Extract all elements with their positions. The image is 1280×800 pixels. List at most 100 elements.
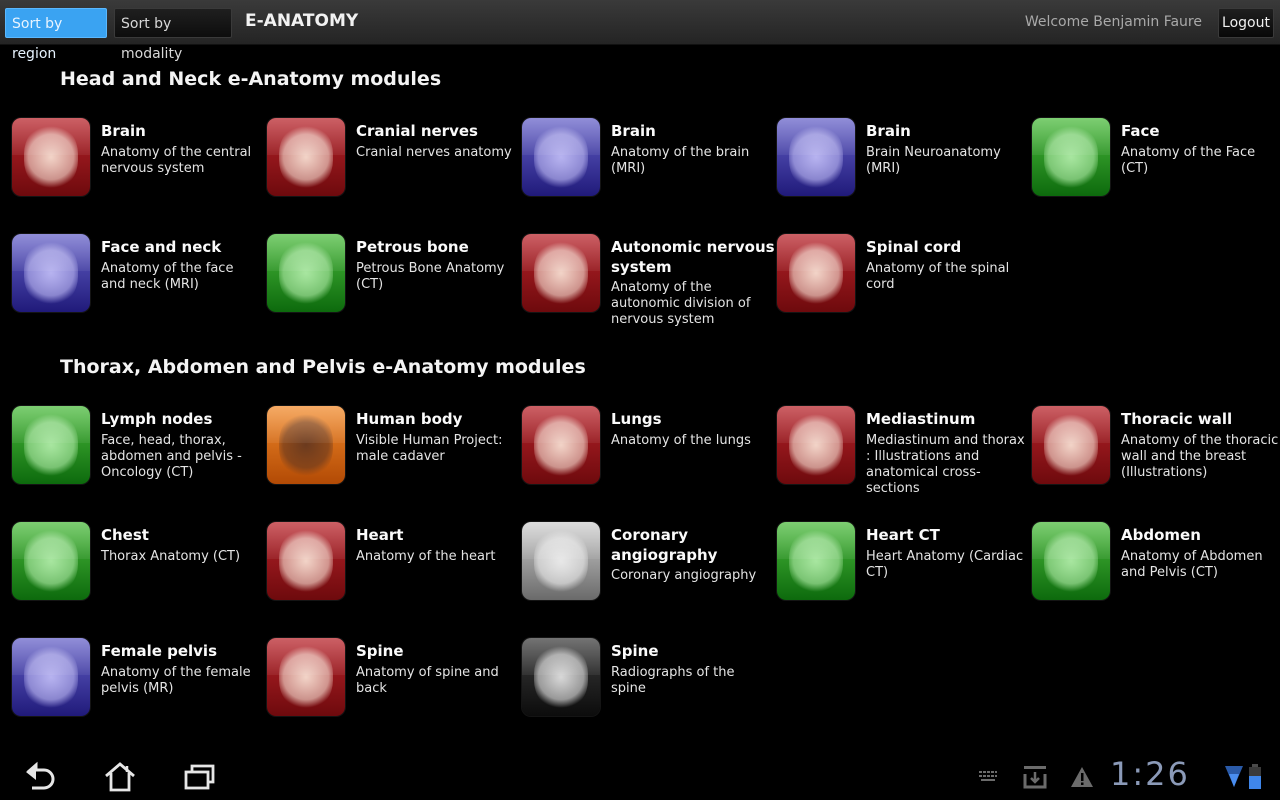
human-body-icon[interactable] (267, 406, 345, 484)
module-tile[interactable]: Face Anatomy of the Face (CT) (1020, 118, 1270, 208)
module-title: Brain (866, 122, 911, 140)
module-title: Heart (356, 526, 404, 544)
module-description: Cranial nerves anatomy (356, 145, 512, 160)
coronary-angiography-icon[interactable] (522, 522, 600, 600)
module-title: Spinal cord (866, 238, 962, 256)
module-description: Radiographs of the spine (611, 665, 735, 696)
module-description: Anatomy of the central nervous system (101, 145, 252, 176)
module-description: Anatomy of the face and neck (MRI) (101, 261, 234, 292)
module-tile[interactable]: Heart Anatomy of the heart (255, 522, 505, 612)
icon-artwork (24, 126, 78, 188)
face-neck-mri-icon[interactable] (12, 234, 90, 312)
spine-illustration-icon[interactable] (267, 638, 345, 716)
module-tile[interactable]: Lungs Anatomy of the lungs (510, 406, 760, 496)
module-tile[interactable]: Mediastinum Mediastinum and thorax : Illu… (765, 406, 1025, 496)
icon-artwork (789, 242, 843, 304)
abdomen-ct-icon[interactable] (1032, 522, 1110, 600)
icon-artwork (789, 530, 843, 592)
module-description: Thorax Anatomy (CT) (101, 549, 241, 564)
brain-illustration-icon[interactable] (12, 118, 90, 196)
module-title: Spine (611, 642, 659, 660)
spine-radiograph-icon[interactable] (522, 638, 600, 716)
icon-artwork (534, 530, 588, 592)
icon-artwork (279, 530, 333, 592)
module-tile[interactable]: Human body Visible Human Project: male ca… (255, 406, 505, 496)
module-description: Anatomy of the heart (356, 549, 496, 564)
icon-artwork (24, 530, 78, 592)
module-tile[interactable]: Chest Thorax Anatomy (CT) (0, 522, 250, 612)
keyboard-icon[interactable] (978, 770, 998, 784)
module-description: Mediastinum and thorax : Illustrations a… (866, 433, 1025, 496)
clock[interactable]: 1:26 (1110, 755, 1190, 793)
module-tile[interactable]: Spinal cord Anatomy of the spinal cord (765, 234, 1015, 324)
autonomic-nervous-icon[interactable] (522, 234, 600, 312)
module-tile[interactable]: Brain Anatomy of the brain (MRI) (510, 118, 760, 208)
icon-artwork (789, 126, 843, 188)
module-description: Anatomy of the lungs (611, 433, 751, 448)
chest-ct-icon[interactable] (12, 522, 90, 600)
module-description: Brain Neuroanatomy (MRI) (866, 145, 1001, 176)
spinal-cord-icon[interactable] (777, 234, 855, 312)
module-title: Cranial nerves (356, 122, 478, 140)
lymph-nodes-ct-icon[interactable] (12, 406, 90, 484)
lungs-icon[interactable] (522, 406, 600, 484)
logout-button[interactable]: Logout (1218, 8, 1274, 38)
module-title: Spine (356, 642, 404, 660)
module-title: Chest (101, 526, 149, 544)
module-title: Brain (611, 122, 656, 140)
module-description: Visible Human Project: male cadaver (356, 433, 503, 464)
icon-artwork (279, 126, 333, 188)
mediastinum-icon[interactable] (777, 406, 855, 484)
module-tile[interactable]: Brain Anatomy of the central nervous syst… (0, 118, 251, 208)
module-tile[interactable]: Spine Radiographs of the spine (510, 638, 760, 728)
module-tile[interactable]: Petrous bone Petrous Bone Anatomy (CT) (255, 234, 505, 324)
module-title: Coronary angiography (611, 526, 718, 564)
module-tile[interactable]: Abdomen Anatomy of Abdomen and Pelvis (CT… (1020, 522, 1270, 612)
module-title: Mediastinum (866, 410, 976, 428)
module-tile[interactable]: Heart CT Heart Anatomy (Cardiac CT) (765, 522, 1023, 612)
heart-ct-icon[interactable] (777, 522, 855, 600)
brain-mri-sagittal-icon[interactable] (522, 118, 600, 196)
icon-artwork (1044, 530, 1098, 592)
download-icon[interactable] (1022, 764, 1048, 790)
module-title: Heart CT (866, 526, 940, 544)
module-tile[interactable]: Female pelvis Anatomy of the female pelvi… (0, 638, 251, 728)
module-tile[interactable]: Cranial nerves Cranial nerves anatomy (255, 118, 512, 208)
brain-mri-axial-icon[interactable] (777, 118, 855, 196)
module-description: Petrous Bone Anatomy (CT) (356, 261, 505, 292)
module-tile[interactable]: Lymph nodes Face, head, thorax, abdomen a… (0, 406, 250, 496)
home-icon[interactable] (102, 760, 138, 794)
icon-artwork (534, 414, 588, 476)
battery-icon[interactable] (1248, 764, 1262, 790)
heart-icon[interactable] (267, 522, 345, 600)
module-tile[interactable]: Face and neck Anatomy of the face and nec… (0, 234, 250, 324)
icon-artwork (534, 646, 588, 708)
module-description: Anatomy of the autonomic division of ner… (611, 280, 751, 327)
petrous-bone-ct-icon[interactable] (267, 234, 345, 312)
cranial-nerves-icon[interactable] (267, 118, 345, 196)
system-bar: 1:26 (0, 752, 1280, 800)
module-tile[interactable]: Coronary angiography Coronary angiography (510, 522, 760, 612)
back-icon[interactable] (22, 760, 58, 794)
face-ct-icon[interactable] (1032, 118, 1110, 196)
module-description: Coronary angiography (611, 568, 757, 583)
recent-apps-icon[interactable] (182, 760, 218, 794)
icon-artwork (789, 414, 843, 476)
thoracic-wall-icon[interactable] (1032, 406, 1110, 484)
icon-artwork (24, 414, 78, 476)
module-title: Lymph nodes (101, 410, 213, 428)
module-title: Female pelvis (101, 642, 218, 660)
wifi-icon[interactable] (1224, 764, 1244, 788)
module-title: Thoracic wall (1121, 410, 1233, 428)
module-tile[interactable]: Thoracic wall Anatomy of the thoracic wal… (1020, 406, 1278, 496)
icon-artwork (24, 242, 78, 304)
module-title: Lungs (611, 410, 662, 428)
module-tile[interactable]: Autonomic nervous system Anatomy of the a… (510, 234, 775, 327)
sort-by-region-tab[interactable]: Sort by region (5, 8, 107, 62)
female-pelvis-mr-icon[interactable] (12, 638, 90, 716)
module-tile[interactable]: Brain Brain Neuroanatomy (MRI) (765, 118, 1015, 208)
icon-artwork (279, 414, 333, 476)
sort-by-modality-tab[interactable]: Sort by modality (114, 8, 232, 62)
module-tile[interactable]: Spine Anatomy of spine and back (255, 638, 505, 728)
warning-icon[interactable] (1070, 766, 1094, 788)
